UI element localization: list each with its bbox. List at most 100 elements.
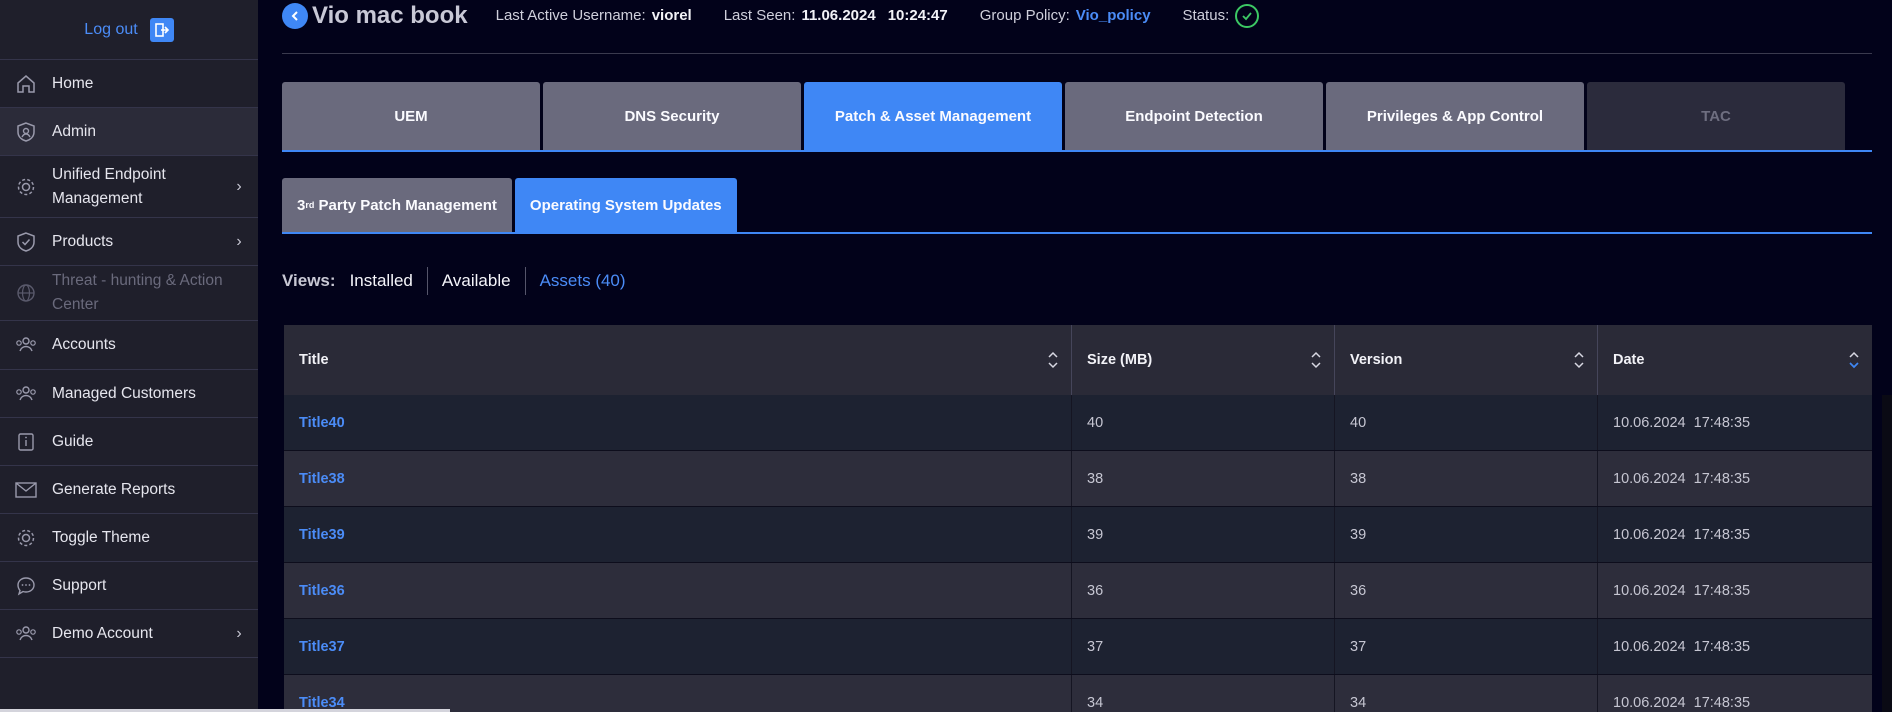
sidebar-item-generate-reports[interactable]: Generate Reports	[0, 466, 258, 514]
row-title-link[interactable]: Title40	[284, 395, 1072, 450]
view-installed[interactable]: Installed	[350, 267, 427, 295]
column-version[interactable]: Version	[1335, 325, 1598, 395]
third-party-sup: rd	[305, 200, 315, 210]
row-title-link[interactable]: Title34	[284, 675, 1072, 712]
group-policy-label: Group Policy:	[979, 7, 1070, 24]
row-version: 38	[1335, 451, 1598, 506]
sidebar-item-admin[interactable]: Admin	[0, 108, 258, 156]
sort-icon	[1311, 351, 1321, 369]
logout-label[interactable]: Log out	[84, 21, 137, 39]
last-seen-label: Last Seen:	[723, 7, 796, 24]
sidebar-item-label: Admin	[52, 122, 96, 140]
row-version: 34	[1335, 675, 1598, 712]
sidebar-item-home[interactable]: Home	[0, 60, 258, 108]
last-active-username: Last Active Username: viorel	[496, 7, 692, 24]
sub-tabs: 3rd Party Patch Management Operating Sys…	[282, 178, 1872, 234]
row-date: 10.06.2024 17:48:35	[1613, 638, 1751, 655]
users-icon	[12, 620, 40, 648]
sort-icon	[1048, 351, 1058, 369]
view-assets[interactable]: Assets (40)	[524, 267, 640, 295]
chevron-left-icon	[291, 10, 298, 21]
row-version: 37	[1335, 619, 1598, 674]
sidebar-item-managed-customers[interactable]: Managed Customers	[0, 370, 258, 418]
row-date: 10.06.2024 17:48:35	[1613, 582, 1751, 599]
sidebar-item-label: Home	[52, 74, 94, 92]
row-size: 34	[1072, 675, 1335, 712]
sidebar-item-guide[interactable]: Guide	[0, 418, 258, 466]
tab-privileges-app-control[interactable]: Privileges & App Control	[1326, 82, 1584, 150]
views-selector: Views: Installed Available Assets (40)	[282, 266, 640, 296]
column-label: Size (MB)	[1087, 352, 1153, 368]
table-row[interactable]: Title34 34 34 10.06.2024 17:48:35	[284, 675, 1872, 712]
gear-icon	[12, 173, 40, 201]
sidebar-item-label: Managed Customers	[52, 384, 196, 402]
sidebar-item-support[interactable]: Support	[0, 562, 258, 610]
row-title-link[interactable]: Title37	[284, 619, 1072, 674]
sidebar-item-label: Unified Endpoint Management	[52, 165, 166, 207]
sort-icon	[1574, 351, 1584, 369]
admin-shield-icon	[12, 118, 40, 146]
last-active-value: viorel	[651, 7, 692, 24]
last-seen-date: 11.06.2024	[801, 7, 876, 24]
sidebar-item-accounts[interactable]: Accounts	[0, 321, 258, 370]
row-title-link[interactable]: Title39	[284, 507, 1072, 562]
mail-icon	[12, 476, 40, 504]
sidebar-item-label: Generate Reports	[52, 480, 176, 498]
sort-desc-icon	[1849, 351, 1859, 369]
tab-patch-asset-management[interactable]: Patch & Asset Management	[804, 82, 1062, 150]
row-date: 10.06.2024 17:48:35	[1613, 694, 1751, 711]
row-size: 38	[1072, 451, 1335, 506]
table-row[interactable]: Title36 36 36 10.06.2024 17:48:35	[284, 563, 1872, 619]
sidebar-item-label: Support	[52, 576, 107, 594]
sidebar-item-label: Threat - hunting & Action Center	[52, 272, 223, 313]
sidebar-item-products[interactable]: Products ›	[0, 218, 258, 266]
logout-button[interactable]: Log out	[0, 0, 258, 60]
sidebar-item-threat-hunting: Threat - hunting & Action Center	[0, 266, 258, 321]
sidebar: Log out Home Admin Unified Endpoint Mana…	[0, 0, 258, 712]
status-check-icon	[1235, 3, 1260, 28]
sidebar-item-toggle-theme[interactable]: Toggle Theme	[0, 514, 258, 562]
tab-dns-security[interactable]: DNS Security	[543, 82, 801, 150]
column-date[interactable]: Date	[1598, 325, 1872, 395]
group-policy-link[interactable]: Vio_policy	[1076, 7, 1151, 24]
last-seen: Last Seen: 11.06.2024 10:24:47	[724, 7, 948, 24]
table-row[interactable]: Title37 37 37 10.06.2024 17:48:35	[284, 619, 1872, 675]
row-title-link[interactable]: Title38	[284, 451, 1072, 506]
tab-operating-system-updates[interactable]: Operating System Updates	[514, 178, 737, 232]
last-active-label: Last Active Username:	[495, 7, 646, 24]
status-label: Status:	[1182, 7, 1230, 24]
tab-uem[interactable]: UEM	[282, 82, 540, 150]
row-size: 40	[1072, 395, 1335, 450]
globe-icon	[12, 279, 40, 307]
page-title: Vio mac book	[312, 1, 468, 29]
row-size: 39	[1072, 507, 1335, 562]
module-tabs: UEM DNS Security Patch & Asset Managemen…	[282, 82, 1872, 152]
row-date: 10.06.2024 17:48:35	[1613, 470, 1751, 487]
tab-third-party-patch-management[interactable]: 3rd Party Patch Management	[282, 178, 512, 232]
row-size: 37	[1072, 619, 1335, 674]
view-available[interactable]: Available	[426, 267, 525, 295]
table-row[interactable]: Title38 38 38 10.06.2024 17:48:35	[284, 451, 1872, 507]
status: Status:	[1182, 3, 1260, 28]
table-row[interactable]: Title40 40 40 10.06.2024 17:48:35	[284, 395, 1872, 451]
logout-icon[interactable]	[149, 17, 174, 42]
table-row[interactable]: Title39 39 39 10.06.2024 17:48:35	[284, 507, 1872, 563]
row-version: 36	[1335, 563, 1598, 618]
table-scrollbar[interactable]	[1882, 395, 1892, 712]
group-policy: Group Policy: Vio_policy	[980, 7, 1151, 24]
third-party-rest: Party Patch Management	[314, 196, 497, 214]
row-title-link[interactable]: Title36	[284, 563, 1072, 618]
users-icon	[12, 331, 40, 359]
sidebar-item-demo-account[interactable]: Demo Account ›	[0, 610, 258, 658]
column-label: Title	[299, 352, 329, 368]
sidebar-item-label: Accounts	[52, 336, 116, 353]
column-title[interactable]: Title	[284, 325, 1072, 395]
row-version: 39	[1335, 507, 1598, 562]
tab-endpoint-detection[interactable]: Endpoint Detection	[1065, 82, 1323, 150]
row-date: 10.06.2024 17:48:35	[1613, 526, 1751, 543]
column-label: Date	[1613, 352, 1645, 368]
column-size[interactable]: Size (MB)	[1072, 325, 1335, 395]
third-party-prefix: 3	[297, 196, 306, 214]
sidebar-item-unified-endpoint-management[interactable]: Unified Endpoint Management ›	[0, 156, 258, 218]
back-button[interactable]	[282, 2, 308, 29]
